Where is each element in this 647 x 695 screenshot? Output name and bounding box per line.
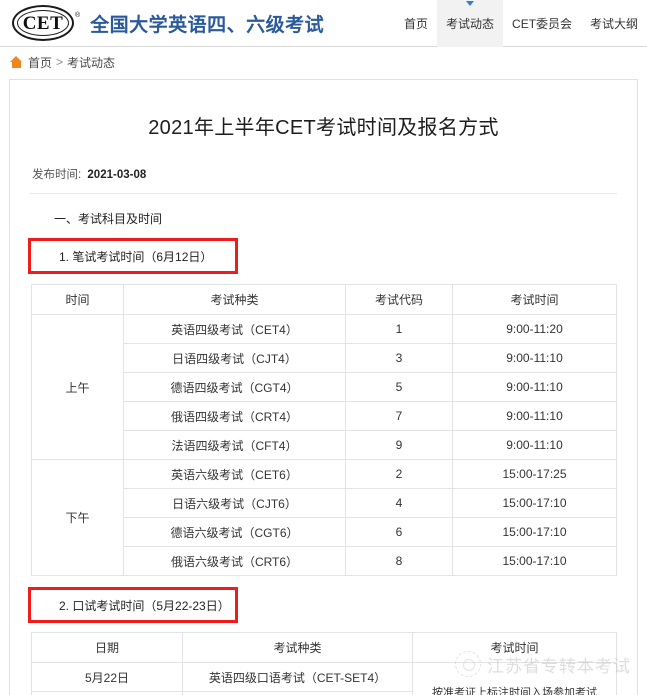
header-code: 考试代码 (345, 284, 453, 315)
cell-date: 5月23日 (31, 691, 183, 695)
registered-mark-icon: ® (75, 11, 81, 19)
cell-kind: 法语四级考试（CFT4） (123, 430, 346, 460)
nav-item-cet-committee[interactable]: CET委员会 (503, 0, 581, 47)
cell-kind: 英语四级口语考试（CET-SET4） (182, 662, 413, 692)
written-exam-heading: 1. 笔试考试时间（6月12日） (59, 249, 213, 264)
cell-kind: 英语六级口语考试（CET-SET6） (182, 691, 413, 695)
oral-exam-heading: 2. 口试考试时间（5月22-23日） (59, 598, 230, 613)
home-icon-body (12, 61, 21, 68)
page-root: CET ® 全国大学英语四、六级考试 首页 考试动态 CET委员会 考试大纲 考… (0, 0, 647, 695)
cell-time: 9:00-11:10 (452, 343, 617, 373)
main-nav: 首页 考试动态 CET委员会 考试大纲 考 (395, 0, 647, 47)
cell-time: 15:00-17:25 (452, 459, 617, 489)
header-kind: 考试种类 (123, 284, 346, 315)
site-title: 全国大学英语四、六级考试 (90, 14, 325, 36)
section-heading-one: 一、考试科目及时间 (54, 212, 163, 226)
cell-kind: 德语四级考试（CGT4） (123, 372, 346, 402)
table-row: 5月22日 英语四级口语考试（CET-SET4） 按准考证上标注时间入场参加考试 (31, 662, 617, 695)
header-kind: 考试种类 (182, 632, 413, 663)
cell-time: 9:00-11:10 (452, 430, 617, 460)
header-when: 考试时间 (452, 284, 617, 315)
publish-date: 2021-03-08 (87, 169, 147, 181)
cell-code: 6 (345, 517, 453, 547)
cell-time-note: 按准考证上标注时间入场参加考试 (412, 662, 617, 695)
breadcrumb: 首页 > 考试动态 (0, 47, 647, 77)
cell-code: 7 (345, 401, 453, 431)
cell-time: 15:00-17:10 (452, 488, 617, 518)
written-exam-table: 时间 考试种类 考试代码 考试时间 上午 英语四级考试（CET4） 1 9:00… (31, 284, 617, 576)
header-time: 时间 (31, 284, 124, 315)
page-title: 2021年上半年CET考试时间及报名方式 (148, 117, 499, 139)
cell-code: 4 (345, 488, 453, 518)
cet-badge-label: CET (22, 12, 64, 34)
breadcrumb-home-link[interactable]: 首页 (28, 54, 52, 71)
cell-code: 8 (345, 546, 453, 576)
cell-kind: 英语六级考试（CET6） (123, 459, 346, 489)
cell-time: 9:00-11:10 (452, 372, 617, 402)
cell-time: 9:00-11:10 (452, 401, 617, 431)
cell-code: 9 (345, 430, 453, 460)
meta-divider (30, 193, 617, 194)
home-icon (10, 56, 23, 68)
cell-code: 1 (345, 314, 453, 344)
cell-kind: 日语四级考试（CJT4） (123, 343, 346, 373)
cell-kind: 英语四级考试（CET4） (123, 314, 346, 344)
cell-kind: 德语六级考试（CGT6） (123, 517, 346, 547)
cell-kind: 俄语四级考试（CRT4） (123, 401, 346, 431)
publish-label: 发布时间: (32, 169, 82, 181)
cell-code: 3 (345, 343, 453, 373)
cell-kind: 日语六级考试（CJT6） (123, 488, 346, 518)
cell-time: 15:00-17:10 (452, 517, 617, 547)
nav-item-exam-syllabus[interactable]: 考试大纲 (581, 0, 647, 47)
header-date: 日期 (31, 632, 183, 663)
cell-date: 5月22日 (31, 662, 183, 692)
written-exam-highlight-box: 1. 笔试考试时间（6月12日） (28, 238, 238, 274)
site-header: CET ® 全国大学英语四、六级考试 首页 考试动态 CET委员会 考试大纲 考 (0, 0, 647, 47)
period-morning: 上午 (31, 314, 124, 460)
publish-meta: 发布时间: 2021-03-08 (32, 166, 637, 182)
table-row: 下午 英语六级考试（CET6） 2 15:00-17:25 (31, 459, 617, 576)
table-header-row: 时间 考试种类 考试代码 考试时间 (31, 284, 617, 315)
nav-item-exam-news[interactable]: 考试动态 (437, 0, 504, 47)
cell-code: 5 (345, 372, 453, 402)
oral-exam-highlight-box: 2. 口试考试时间（5月22-23日） (28, 587, 238, 623)
nav-item-home[interactable]: 首页 (395, 0, 437, 47)
article-card: 2021年上半年CET考试时间及报名方式 发布时间: 2021-03-08 一、… (9, 79, 638, 695)
period-afternoon: 下午 (31, 459, 124, 576)
table-header-row: 日期 考试种类 考试时间 (31, 632, 617, 663)
cell-code: 2 (345, 459, 453, 489)
cell-time: 15:00-17:10 (452, 546, 617, 576)
table-row: 上午 英语四级考试（CET4） 1 9:00-11:20 (31, 314, 617, 460)
cell-time: 9:00-11:20 (452, 314, 617, 344)
cet-badge-icon: CET (12, 5, 74, 41)
breadcrumb-separator: > (56, 55, 64, 69)
cell-kind: 俄语六级考试（CRT6） (123, 546, 346, 576)
breadcrumb-current: 考试动态 (67, 55, 116, 70)
site-logo[interactable]: CET ® 全国大学英语四、六级考试 (12, 5, 324, 41)
header-when: 考试时间 (412, 632, 617, 663)
oral-exam-table: 日期 考试种类 考试时间 5月22日 英语四级口语考试（CET-SET4） 按准… (31, 632, 617, 695)
